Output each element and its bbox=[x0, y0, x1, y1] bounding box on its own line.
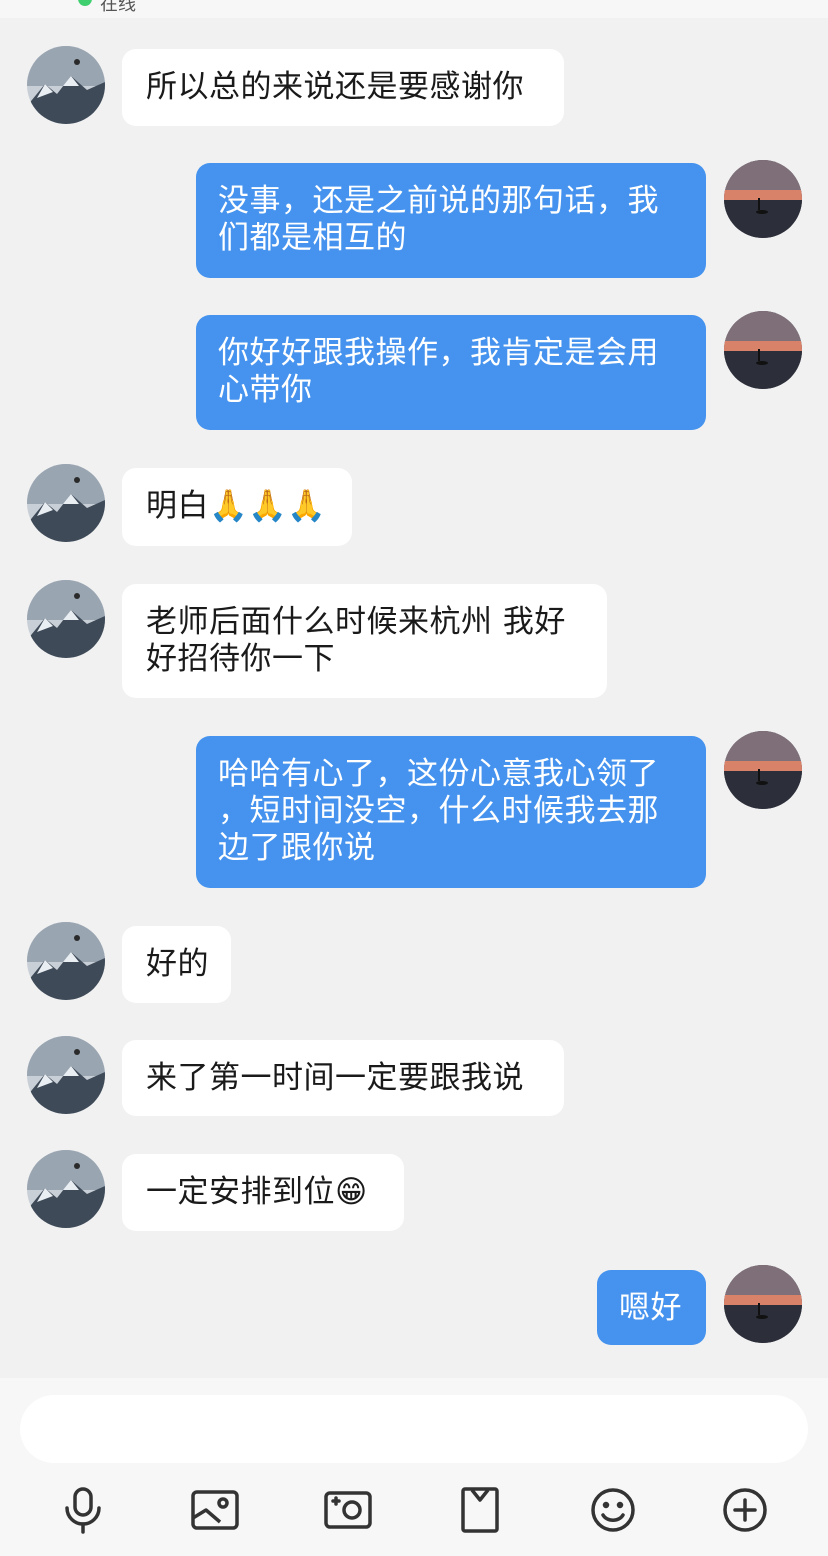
contact-avatar[interactable] bbox=[27, 464, 105, 542]
contact-avatar[interactable] bbox=[27, 580, 105, 658]
outgoing-message[interactable]: 哈哈有心了，这份心意我心领了 ，短时间没空，什么时候我去那 边了跟你说 bbox=[196, 736, 706, 888]
contact-avatar[interactable] bbox=[27, 46, 105, 124]
my-avatar[interactable] bbox=[724, 1265, 802, 1343]
outgoing-message[interactable]: 你好好跟我操作，我肯定是会用 心带你 bbox=[196, 315, 706, 430]
outgoing-message[interactable]: 嗯好 bbox=[597, 1270, 706, 1345]
contact-avatar[interactable] bbox=[27, 1150, 105, 1228]
incoming-message[interactable]: 一定安排到位😁 bbox=[122, 1154, 404, 1231]
incoming-message[interactable]: 来了第一时间一定要跟我说 bbox=[122, 1040, 564, 1116]
emoji-icon[interactable] bbox=[585, 1482, 641, 1538]
image-icon[interactable] bbox=[187, 1482, 243, 1538]
microphone-icon[interactable] bbox=[55, 1482, 111, 1538]
incoming-message[interactable]: 老师后面什么时候来杭州 我好 好招待你一下 bbox=[122, 584, 607, 698]
my-avatar[interactable] bbox=[724, 160, 802, 238]
my-avatar[interactable] bbox=[724, 311, 802, 389]
outgoing-message[interactable]: 没事，还是之前说的那句话，我 们都是相互的 bbox=[196, 163, 706, 278]
incoming-message[interactable]: 明白🙏🙏🙏 bbox=[122, 468, 352, 546]
incoming-message[interactable]: 好的 bbox=[122, 926, 231, 1003]
plus-icon[interactable] bbox=[717, 1482, 773, 1538]
online-status-dot bbox=[78, 0, 92, 6]
online-status-text: 在线 bbox=[100, 0, 136, 15]
contact-avatar[interactable] bbox=[27, 922, 105, 1000]
camera-icon[interactable] bbox=[320, 1482, 376, 1538]
my-avatar[interactable] bbox=[724, 731, 802, 809]
contact-avatar[interactable] bbox=[27, 1036, 105, 1114]
message-input[interactable] bbox=[20, 1395, 808, 1463]
status-header: 在线 bbox=[0, 0, 828, 18]
incoming-message[interactable]: 所以总的来说还是要感谢你 bbox=[122, 49, 564, 126]
file-icon[interactable] bbox=[452, 1482, 508, 1538]
